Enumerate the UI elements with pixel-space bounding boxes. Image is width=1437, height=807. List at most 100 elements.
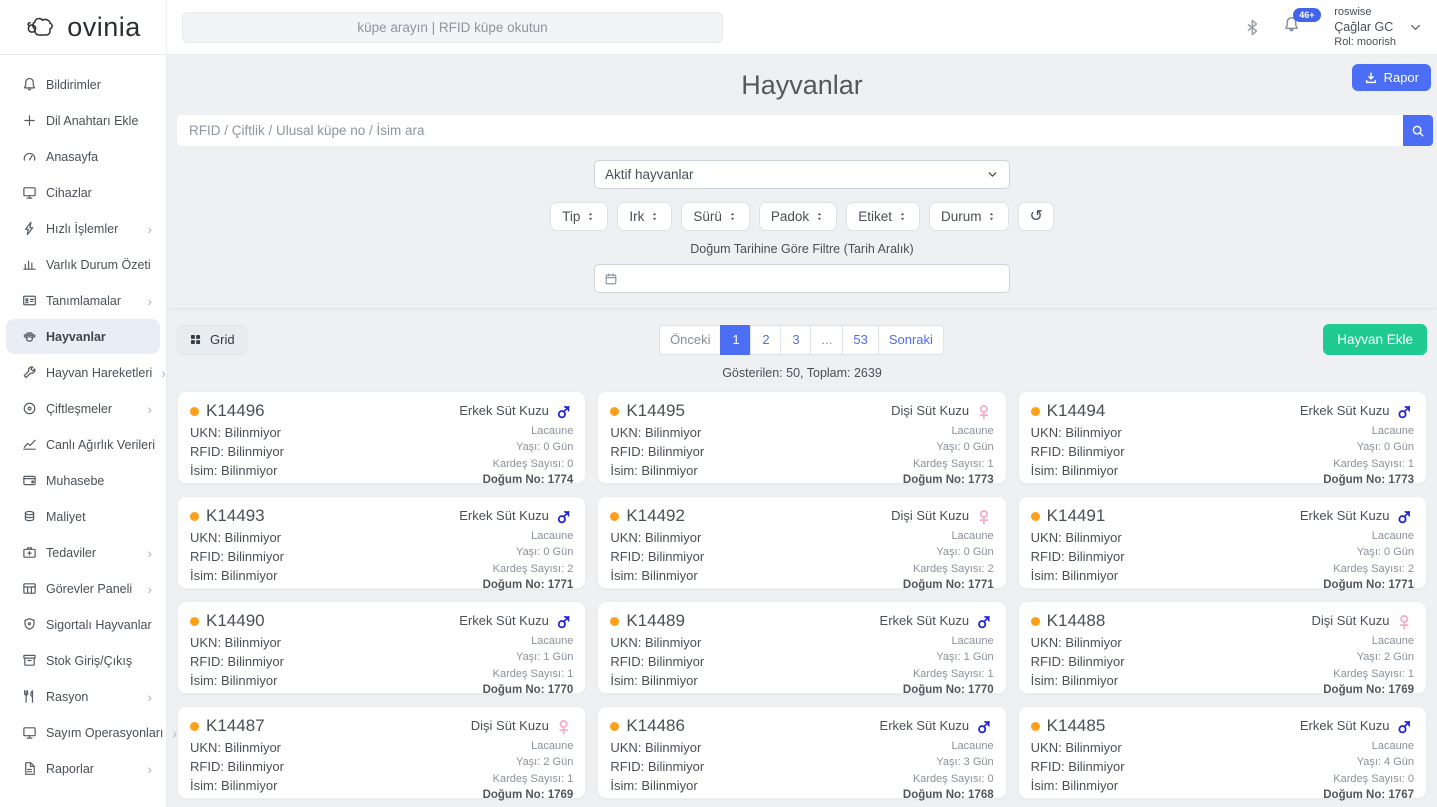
sidebar-item-label: Dil Anahtarı Ekle (46, 114, 138, 128)
date-filter-label: Doğum Tarihine Göre Filtre (Tarih Aralık… (167, 242, 1437, 256)
sidebar-item-anasayfa[interactable]: Anasayfa (6, 139, 160, 174)
animal-card[interactable]: K14492 UKN: Bilinmiyor RFID: Bilinmiyor … (597, 496, 1006, 589)
chevron-right-icon: › (147, 222, 152, 236)
report-button[interactable]: Rapor (1352, 64, 1431, 91)
sidebar-item-hayvan-hareketleri[interactable]: Hayvan Hareketleri› (6, 355, 160, 390)
bell-icon (22, 77, 37, 92)
sidebar-item-label: Tedaviler (46, 546, 96, 560)
sidebar-item-tedaviler[interactable]: Tedaviler› (6, 535, 160, 570)
user-info: roswise Çağlar GC Rol: moorish (1334, 5, 1396, 50)
animal-card[interactable]: K14485 UKN: Bilinmiyor RFID: Bilinmiyor … (1018, 706, 1427, 799)
animal-name: İsim: Bilinmiyor (1031, 568, 1125, 583)
sidebar-item-g-revler-paneli[interactable]: Görevler Paneli› (6, 571, 160, 606)
animal-id: K14492 (626, 506, 685, 526)
filter-tip-button[interactable]: Tip (550, 202, 608, 231)
animal-birth-no: Doğum No: 1768 (880, 787, 994, 804)
sort-icon (585, 210, 596, 223)
sheep-logo-icon (25, 14, 59, 40)
reset-filters-button[interactable]: ↺ (1018, 202, 1053, 231)
animal-search-input[interactable] (177, 115, 1403, 146)
pagination-page-3[interactable]: 3 (781, 325, 812, 355)
animal-type: Erkek Süt Kuzu (459, 611, 549, 630)
sidebar-item-cihazlar[interactable]: Cihazlar (6, 175, 160, 210)
sort-icon (727, 210, 738, 223)
animal-card[interactable]: K14491 UKN: Bilinmiyor RFID: Bilinmiyor … (1018, 496, 1427, 589)
add-animal-button[interactable]: Hayvan Ekle (1323, 324, 1427, 355)
chevron-down-icon (986, 168, 999, 181)
sidebar-item-bildirimler[interactable]: Bildirimler (6, 67, 160, 102)
animal-card[interactable]: K14490 UKN: Bilinmiyor RFID: Bilinmiyor … (177, 601, 586, 694)
female-gender-icon: ♀ (554, 714, 574, 738)
animal-card[interactable]: K14489 UKN: Bilinmiyor RFID: Bilinmiyor … (597, 601, 1006, 694)
notifications-button[interactable]: 46+ (1283, 16, 1300, 38)
sidebar-item-h-zl-i-lemler[interactable]: Hızlı İşlemler› (6, 211, 160, 246)
bluetooth-icon[interactable] (1244, 19, 1261, 36)
sidebar-item-muhasebe[interactable]: Muhasebe (6, 463, 160, 498)
animal-birth-no: Doğum No: 1771 (1300, 577, 1414, 594)
animal-card[interactable]: K14494 UKN: Bilinmiyor RFID: Bilinmiyor … (1018, 391, 1427, 484)
male-gender-icon: ♂ (974, 609, 994, 633)
sidebar-item-tan-mlamalar[interactable]: Tanımlamalar› (6, 283, 160, 318)
filter-durum-button[interactable]: Durum (929, 202, 1010, 231)
animal-breed: Lacaune (471, 738, 574, 754)
search-button[interactable] (1403, 115, 1433, 146)
pagination-page-1[interactable]: 1 (721, 325, 752, 355)
filter-padok-button[interactable]: Padok (759, 202, 837, 231)
sidebar-item-maliyet[interactable]: Maliyet (6, 499, 160, 534)
animal-id: K14486 (626, 716, 685, 736)
sidebar-item-say-m-operasyonlar[interactable]: Sayım Operasyonları› (6, 715, 160, 750)
sidebar-item-canl-a-rl-k-verileri[interactable]: Canlı Ağırlık Verileri (6, 427, 160, 462)
animal-age: Yaşı: 1 Gün (459, 649, 573, 665)
animal-ukn: UKN: Bilinmiyor (190, 530, 284, 545)
sidebar-item-rasyon[interactable]: Rasyon› (6, 679, 160, 714)
pagination: Önceki123...53Sonraki (660, 325, 944, 355)
sidebar-item-iftle-meler[interactable]: Çiftleşmeler› (6, 391, 160, 426)
filter-irk-button[interactable]: Irk (617, 202, 672, 231)
sidebar-item-dil-anahtar-ekle[interactable]: Dil Anahtarı Ekle (6, 103, 160, 138)
logo[interactable]: ovinia (0, 0, 167, 55)
female-gender-icon: ♀ (1395, 609, 1415, 633)
sidebar-item-raporlar[interactable]: Raporlar› (6, 751, 160, 786)
pagination-page-53[interactable]: 53 (842, 325, 878, 355)
pagination-dots[interactable]: ... (811, 325, 844, 355)
animal-card[interactable]: K14493 UKN: Bilinmiyor RFID: Bilinmiyor … (177, 496, 586, 589)
filter-etiket-button[interactable]: Etiket (846, 202, 920, 231)
animal-age: Yaşı: 4 Gün (1300, 754, 1414, 770)
sidebar-item-hayvanlar[interactable]: Hayvanlar (6, 319, 160, 354)
header-search-input[interactable]: küpe arayın | RFID küpe okutun (182, 12, 723, 43)
animal-id: K14488 (1047, 611, 1106, 631)
animal-card[interactable]: K14488 UKN: Bilinmiyor RFID: Bilinmiyor … (1018, 601, 1427, 694)
animal-card[interactable]: K14487 UKN: Bilinmiyor RFID: Bilinmiyor … (177, 706, 586, 799)
sidebar-item-label: Hayvan Hareketleri (46, 366, 152, 380)
pagination-prev[interactable]: Önceki (659, 325, 721, 355)
status-select[interactable]: Aktif hayvanlar (594, 160, 1010, 189)
animal-card[interactable]: K14495 UKN: Bilinmiyor RFID: Bilinmiyor … (597, 391, 1006, 484)
animal-id: K14496 (206, 401, 265, 421)
animal-ukn: UKN: Bilinmiyor (610, 740, 704, 755)
filter-s-r-button[interactable]: Sürü (681, 202, 750, 231)
table-icon (22, 581, 37, 596)
animal-rfid: RFID: Bilinmiyor (1031, 654, 1125, 669)
animal-type: Dişi Süt Kuzu (1311, 611, 1389, 630)
pagination-next[interactable]: Sonraki (878, 325, 944, 355)
sidebar: Bildirimler Dil Anahtarı Ekle AnasayfaCiha… (0, 55, 167, 807)
sidebar-item-varl-k-durum-zeti[interactable]: Varlık Durum Özeti (6, 247, 160, 282)
animal-birth-no: Doğum No: 1769 (1311, 682, 1414, 699)
birthdate-range-input[interactable] (594, 264, 1010, 293)
pagination-page-2[interactable]: 2 (751, 325, 782, 355)
animal-rfid: RFID: Bilinmiyor (1031, 759, 1125, 774)
paw-icon (22, 329, 37, 344)
animal-age: Yaşı: 0 Gün (891, 544, 994, 560)
grid-view-button[interactable]: Grid (177, 325, 247, 355)
sort-icon (814, 210, 825, 223)
gauge-icon (22, 149, 37, 164)
animal-id: K14495 (626, 401, 685, 421)
sidebar-item-stok-giri-k[interactable]: Stok Giriş/Çıkış (6, 643, 160, 678)
user-menu[interactable]: roswise Çağlar GC Rol: moorish (1334, 5, 1423, 50)
animal-card[interactable]: K14486 UKN: Bilinmiyor RFID: Bilinmiyor … (597, 706, 1006, 799)
animal-id: K14493 (206, 506, 265, 526)
sidebar-item-sigortal-hayvanlar[interactable]: Sigortalı Hayvanlar (6, 607, 160, 642)
user-role: Rol: moorish (1334, 35, 1396, 49)
animal-card[interactable]: K14496 UKN: Bilinmiyor RFID: Bilinmiyor … (177, 391, 586, 484)
status-dot-icon (190, 512, 199, 521)
